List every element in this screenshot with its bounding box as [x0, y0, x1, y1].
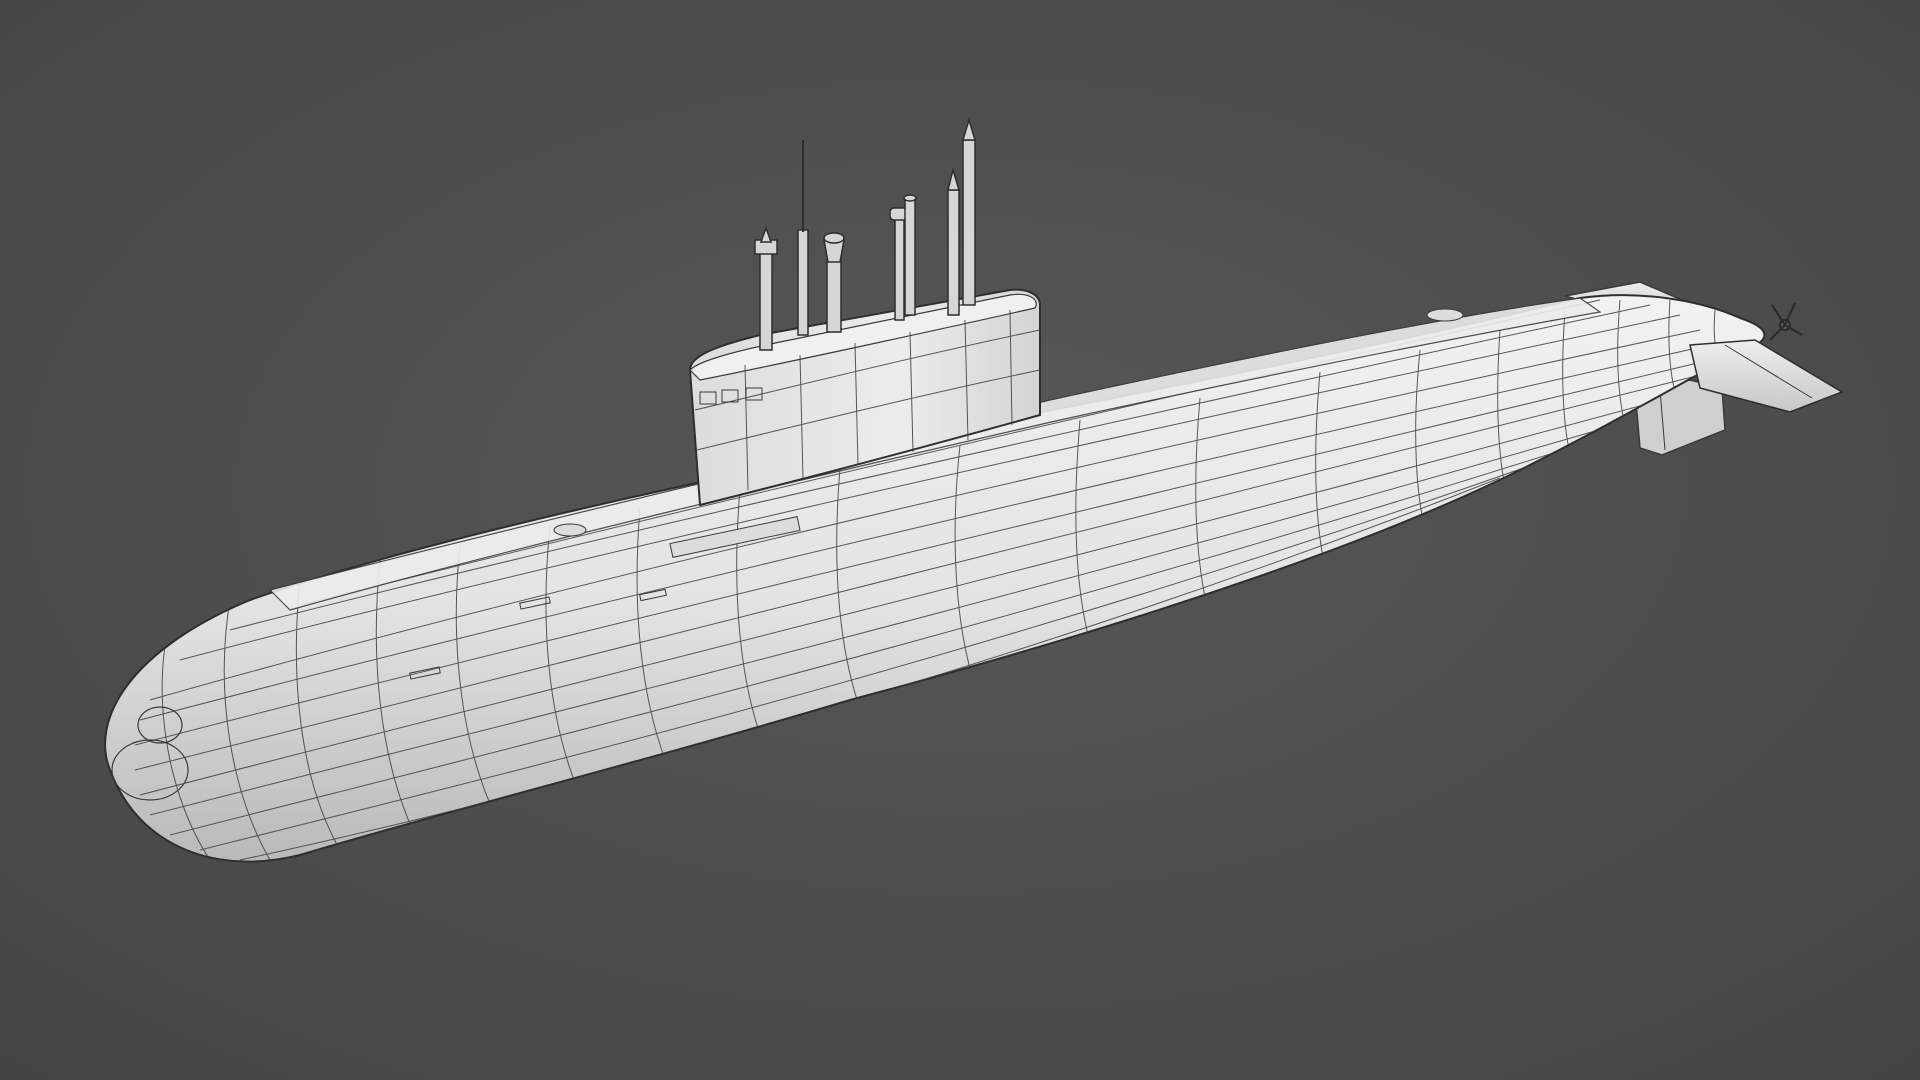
render-viewport: [0, 0, 1920, 1080]
render-scene: [0, 0, 1920, 1080]
